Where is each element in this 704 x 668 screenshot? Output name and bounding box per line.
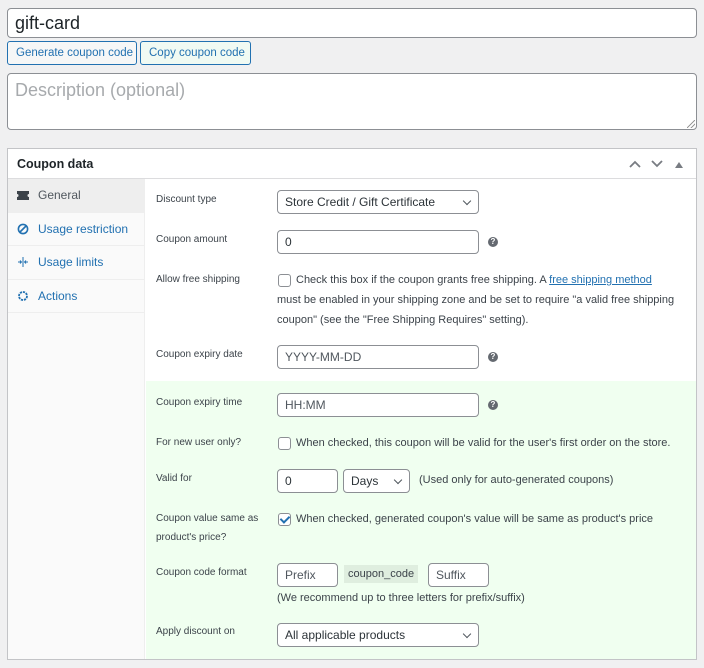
ticket-icon (16, 190, 30, 200)
move-down-icon[interactable] (649, 157, 665, 171)
prefix-input[interactable]: Prefix (277, 563, 338, 587)
expiry-date-input[interactable]: YYYY-MM-DD (277, 345, 479, 369)
tab-general[interactable]: General (8, 179, 144, 213)
tab-usage-limits[interactable]: Usage limits (8, 246, 144, 280)
discount-type-label: Discount type (156, 194, 217, 205)
expiry-date-label: Coupon expiry date (156, 349, 243, 360)
free-shipping-text-line3: coupon" (see the "Free Shipping Requires… (277, 314, 529, 326)
gear-icon (16, 290, 30, 302)
tab-usage-restriction[interactable]: Usage restriction (8, 213, 144, 246)
apply-discount-select[interactable]: All applicable products (277, 623, 479, 647)
panel-header: Coupon data (8, 149, 696, 179)
new-user-label: For new user only? (156, 437, 242, 448)
tab-actions[interactable]: Actions (8, 280, 144, 313)
free-shipping-method-link[interactable]: free shipping method (549, 274, 652, 286)
coupon-amount-input[interactable]: 0 (277, 230, 479, 254)
toggle-panel-icon[interactable] (671, 157, 687, 171)
same-value-label-line2: product's price? (156, 532, 227, 543)
suffix-input[interactable]: Suffix (428, 563, 489, 587)
code-format-label: Coupon code format (156, 567, 247, 578)
resize-handle[interactable] (687, 120, 695, 128)
same-value-checkbox[interactable] (278, 513, 291, 526)
tab-label: General (38, 188, 81, 203)
generate-coupon-code-button[interactable]: Generate coupon code (7, 41, 137, 65)
move-up-icon[interactable] (627, 157, 643, 171)
help-icon[interactable]: ? (488, 352, 498, 362)
expiry-time-input[interactable]: HH:MM (277, 393, 479, 417)
coupon-data-panel: Coupon data General Usage restriction Us… (7, 148, 697, 660)
help-icon[interactable]: ? (488, 237, 498, 247)
valid-for-label: Valid for (156, 473, 192, 484)
expiry-time-label: Coupon expiry time (156, 397, 243, 408)
new-user-checkbox[interactable] (278, 437, 291, 450)
apply-discount-label: Apply discount on (156, 626, 235, 637)
description-placeholder: Description (optional) (15, 80, 186, 100)
tab-label: Usage restriction (38, 221, 129, 236)
free-shipping-checkbox[interactable] (278, 274, 291, 287)
free-shipping-text: Check this box if the coupon grants free… (296, 274, 550, 286)
panel-title: Coupon data (17, 156, 94, 171)
tab-label: Actions (38, 288, 78, 303)
same-value-text: When checked, generated coupon's value w… (296, 513, 654, 525)
valid-for-unit-select[interactable]: Days (343, 469, 410, 493)
same-value-label: Coupon value same as (156, 513, 259, 524)
discount-type-select[interactable]: Store Credit / Gift Certificate (277, 190, 479, 214)
tab-label: Usage limits (38, 255, 104, 270)
new-user-text: When checked, this coupon will be valid … (296, 437, 671, 449)
free-shipping-label: Allow free shipping (156, 274, 240, 285)
description-textarea[interactable]: Description (optional) (7, 73, 697, 130)
code-format-note: (We recommend up to three letters for pr… (277, 592, 525, 604)
free-shipping-text-line2: must be enabled in your shipping zone an… (277, 294, 675, 306)
general-tab-content: Discount type Store Credit / Gift Certif… (146, 179, 696, 659)
copy-coupon-code-button[interactable]: Copy coupon code (140, 41, 251, 65)
limits-icon (16, 256, 30, 268)
block-icon (16, 223, 30, 235)
help-icon[interactable]: ? (488, 400, 498, 410)
coupon-title-input[interactable]: gift-card (7, 8, 697, 38)
valid-for-note: (Used only for auto-generated coupons) (419, 474, 614, 486)
coupon-tabs: General Usage restriction Usage limits A… (8, 179, 145, 659)
coupon-code-chip: coupon_code (344, 565, 419, 583)
valid-for-input[interactable]: 0 (277, 469, 338, 493)
coupon-amount-label: Coupon amount (156, 234, 228, 245)
